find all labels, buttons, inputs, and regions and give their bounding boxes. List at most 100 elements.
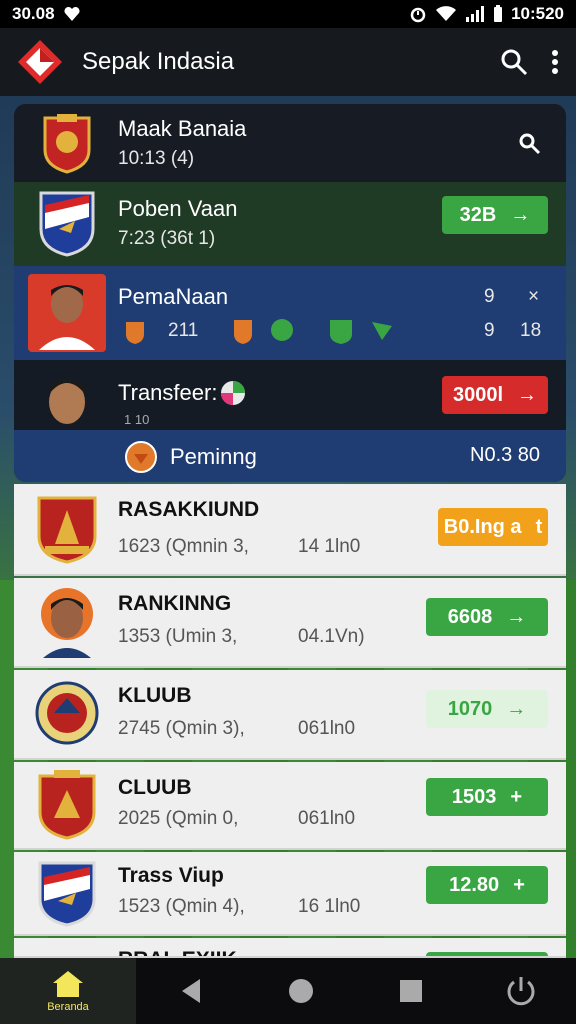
list-item[interactable]: RASAKKIUND 1623 (Qmnin 3, 14 1ln0 B0.Ing… (14, 484, 566, 576)
flag-green-icon (372, 322, 392, 340)
ball-icon (221, 381, 245, 405)
recents-icon (400, 980, 422, 1002)
featured-row-4[interactable]: Transfeer: 1 10 3000l → (14, 360, 566, 466)
featured-value-4: 3000l (452, 383, 504, 406)
list-sub: 1523 (Qmin 4), (118, 896, 245, 917)
nav-home-button[interactable]: Beranda (0, 958, 136, 1024)
featured-value-button-2[interactable]: 32B → (442, 196, 548, 234)
list-title: RANKINNG (118, 592, 232, 615)
list-title: CLUUB (118, 776, 192, 799)
featured-stat-3: 211 (168, 320, 199, 341)
list-value-button[interactable]: 1503 + (426, 778, 548, 816)
list-value-button[interactable]: 6608 → (426, 598, 548, 636)
plus-icon: + (510, 785, 523, 808)
list-item[interactable]: Trass Viup 1523 (Qmin 4), 16 1ln0 12.80 … (14, 852, 566, 936)
featured-sub-2: 7:23 (36t 1) (118, 228, 216, 249)
list-extra: 16 1ln0 (298, 896, 361, 917)
wifi-icon (436, 6, 457, 21)
club-crest-icon (32, 858, 102, 928)
list-extra: 061ln0 (298, 718, 356, 739)
list-value-button[interactable]: 12.80 + (426, 866, 548, 904)
list-item[interactable]: KLUUB 2745 (Qmin 3), 061ln0 1070 → (14, 670, 566, 760)
signal-icon (466, 6, 485, 22)
featured-card: Maak Banaia 10:13 (4) Poben Vaan 7:23 (3… (14, 104, 566, 482)
list-value: 1503 (451, 785, 497, 808)
list-value-button[interactable]: B0.Ing a t (438, 508, 548, 546)
alarm-icon (410, 7, 426, 23)
featured-label-5: Peminng (170, 444, 257, 469)
featured-small-text-4: 1 10 (124, 412, 150, 427)
featured-right-bottom-1: 9 (484, 320, 495, 341)
recents-button[interactable] (356, 978, 466, 1004)
list-item[interactable]: RANKINNG 1353 (Umin 3, 04.1Vn) 6608 → (14, 578, 566, 668)
list-sub: 2025 (Qmin 0, (118, 808, 239, 829)
status-time-left: 30.08 (12, 4, 55, 23)
shield-orange-icon (234, 320, 252, 344)
app-logo-icon (18, 40, 62, 84)
home-circle-icon (289, 979, 313, 1003)
power-button[interactable] (466, 974, 576, 1008)
featured-title-4: Transfeer: (118, 380, 218, 405)
list-item[interactable]: CLUUB 2025 (Qmin 0, 061ln0 1503 + (14, 762, 566, 850)
more-vert-icon[interactable] (550, 48, 560, 76)
back-button[interactable] (136, 977, 246, 1005)
nav-bar: Beranda (0, 958, 576, 1024)
list-value: B0.Ing a (443, 515, 522, 538)
search-icon[interactable] (518, 132, 542, 156)
list-extra: 04.1Vn) (298, 626, 365, 647)
home-icon (53, 971, 83, 997)
featured-right-top-1: 9 (484, 286, 495, 307)
featured-row-5[interactable]: Peminng N0.3 80 (14, 430, 566, 482)
featured-right-top-2: × (528, 286, 540, 307)
list-extra: 061ln0 (298, 808, 356, 829)
list-value-button[interactable]: 1070 → (426, 690, 548, 728)
featured-sub-1: 10:13 (4) (118, 148, 195, 169)
club-crest-icon (32, 494, 102, 564)
list-item[interactable]: RRAL EXIIK (14, 938, 566, 958)
app-title: Sepak Indasia (82, 48, 235, 75)
player-avatar (28, 274, 106, 352)
arrow-right-icon: → (510, 203, 531, 226)
plus-icon: + (513, 873, 525, 896)
status-bar: 30.08 10:520 (0, 0, 576, 28)
featured-row-3[interactable]: PemaNaan 211 9 × 9 18 (14, 266, 566, 360)
featured-title-3: PemaNaan (118, 284, 229, 309)
shield-green-icon (330, 320, 352, 344)
club-crest-icon (32, 678, 102, 748)
featured-row-1[interactable]: Maak Banaia 10:13 (4) (14, 104, 566, 182)
nav-home-label: Beranda (47, 1001, 89, 1013)
arrow-right-icon: → (506, 697, 527, 720)
shield-orange-icon (125, 441, 157, 473)
featured-title-1: Maak Banaia (118, 116, 247, 141)
featured-row-2[interactable]: Poben Vaan 7:23 (36t 1) 32B → (14, 182, 566, 266)
ball-icon (271, 319, 293, 341)
list-sub: 2745 (Qmin 3), (118, 718, 245, 739)
search-icon[interactable] (500, 48, 528, 76)
arrow-right-icon: → (506, 605, 527, 628)
featured-value-button-4[interactable]: 3000l → (442, 376, 548, 414)
shield-orange-icon (126, 322, 144, 344)
list-sub: 1353 (Umin 3, (118, 626, 238, 647)
list-title: RRAL EXIIK (118, 948, 237, 956)
arrow-right-icon: → (517, 383, 538, 406)
arrow-up-icon: t (535, 515, 543, 538)
list-value: 1070 (447, 697, 493, 720)
home-circle-button[interactable] (246, 977, 356, 1005)
list-value: 12.80 (449, 873, 500, 896)
featured-right-bottom-2: 18 (520, 320, 542, 341)
player-avatar (32, 586, 102, 658)
list-title: Trass Viup (118, 864, 224, 887)
list-extra: 14 1ln0 (298, 536, 361, 557)
featured-value-2: 32B (459, 203, 497, 226)
list-sub: 1623 (Qmnin 3, (118, 536, 249, 557)
list-value: 6608 (447, 605, 493, 628)
power-icon (507, 977, 535, 1006)
list-title: KLUUB (118, 684, 192, 707)
notification-icon (64, 6, 80, 22)
featured-title-2: Poben Vaan (118, 196, 238, 221)
club-crest-icon (32, 188, 102, 258)
battery-icon (494, 5, 503, 22)
club-crest-icon (32, 108, 102, 178)
list-title: RASAKKIUND (118, 498, 260, 521)
app-bar: Sepak Indasia (0, 28, 576, 96)
